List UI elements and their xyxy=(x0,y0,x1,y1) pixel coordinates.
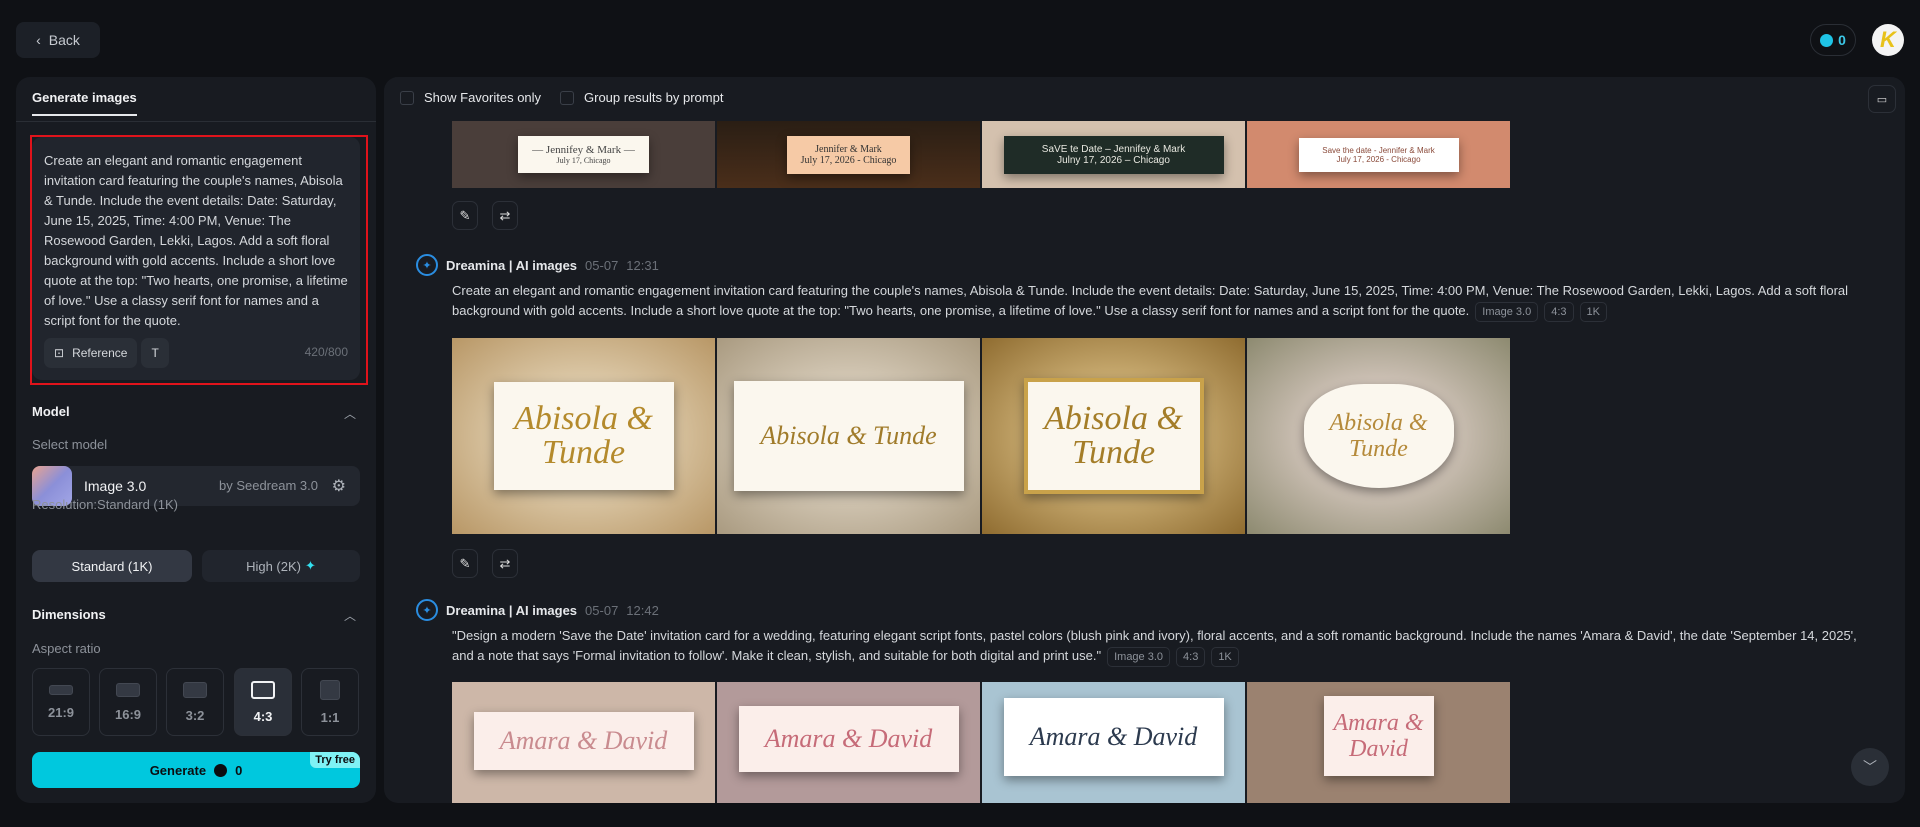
result-image[interactable]: Abisola & Tunde xyxy=(452,338,715,534)
regenerate-icon[interactable]: ⇄ xyxy=(492,201,518,230)
image-row: Amara & David Amara & David Amara & Davi… xyxy=(452,682,1510,803)
resolution-high-button[interactable]: High (2K) ✦ xyxy=(202,550,360,582)
results-toolbar: Show Favorites only Group results by pro… xyxy=(384,77,1905,119)
settings-sliders-icon[interactable]: ⚙ xyxy=(332,476,346,496)
ratio-3-2[interactable]: 3:2 xyxy=(166,668,224,736)
chevron-down-icon: ﹀ xyxy=(1863,759,1877,775)
model-heading: Model xyxy=(32,404,70,419)
ratio-1-1[interactable]: 1:1 xyxy=(301,668,359,736)
dreamina-logo-icon: ✦ xyxy=(416,599,438,621)
aspect-ratio-label: Aspect ratio xyxy=(32,641,101,656)
result-image[interactable]: Amara & David xyxy=(982,682,1245,803)
regenerate-icon[interactable]: ⇄ xyxy=(492,549,518,578)
group-header: ✦ Dreamina | AI images 05-07 12:42 xyxy=(416,599,659,621)
result-image[interactable]: — Jennifey & Mark — July 17, Chicago xyxy=(452,121,715,188)
resolution-tag: 1K xyxy=(1579,302,1607,322)
credit-coin-icon xyxy=(214,763,228,777)
back-button[interactable]: ‹ Back xyxy=(16,22,100,58)
try-free-badge: Try free xyxy=(310,752,360,768)
model-name: Image 3.0 xyxy=(84,478,147,494)
group-prompt: Create an elegant and romantic engagemen… xyxy=(452,281,1872,322)
image-row: Abisola & Tunde Abisola & Tunde Abisola … xyxy=(452,338,1510,534)
chevron-left-icon: ‹ xyxy=(36,32,41,48)
ratio-4-3[interactable]: 4:3 xyxy=(234,668,292,736)
model-tag: Image 3.0 xyxy=(1107,647,1171,667)
select-model-label: Select model xyxy=(32,437,108,452)
tab-generate-images[interactable]: Generate images xyxy=(32,90,137,116)
model-provider: by Seedream 3.0 xyxy=(218,478,318,493)
ratio-tag: 4:3 xyxy=(1176,647,1206,667)
scroll-down-button[interactable]: ﹀ xyxy=(1851,748,1889,786)
sparkle-icon: ✦ xyxy=(305,558,316,573)
generate-panel: Generate images Create an elegant and ro… xyxy=(16,77,376,803)
dreamina-logo-icon: ✦ xyxy=(416,254,438,276)
ratio-tag: 4:3 xyxy=(1544,302,1574,322)
credit-coin-icon xyxy=(1820,33,1834,47)
group-prompt: "Design a modern 'Save the Date' invitat… xyxy=(452,626,1872,667)
dimensions-heading: Dimensions xyxy=(32,607,106,622)
resolution-tag: 1K xyxy=(1211,647,1239,667)
result-image[interactable]: Save the date - Jennifer & Mark July 17, … xyxy=(1247,121,1510,188)
model-tag: Image 3.0 xyxy=(1475,302,1539,322)
image-row: — Jennifey & Mark — July 17, Chicago Jenn… xyxy=(452,121,1510,188)
chevron-up-icon[interactable]: ︿ xyxy=(344,405,356,422)
chevron-up-icon[interactable]: ︿ xyxy=(344,607,356,624)
resolution-standard-button[interactable]: Standard (1K) xyxy=(32,550,192,582)
result-image[interactable]: Abisola & Tunde xyxy=(1247,338,1510,534)
edit-icon[interactable]: ✎ xyxy=(452,201,478,230)
group-header: ✦ Dreamina | AI images 05-07 12:31 xyxy=(416,254,659,276)
result-image[interactable]: Jennifer & Mark July 17, 2026 - Chicago xyxy=(717,121,980,188)
ratio-16-9[interactable]: 16:9 xyxy=(99,668,157,736)
ratio-21-9[interactable]: 21:9 xyxy=(32,668,90,736)
result-image[interactable]: Amara & David xyxy=(717,682,980,803)
result-image[interactable]: Abisola & Tunde xyxy=(982,338,1245,534)
result-image[interactable]: SaVE te Date – Jennifey & Mark Julny 17, … xyxy=(982,121,1245,188)
result-image[interactable]: Abisola & Tunde xyxy=(717,338,980,534)
result-image[interactable]: Amara & David xyxy=(452,682,715,803)
edit-icon[interactable]: ✎ xyxy=(452,549,478,578)
show-favorites-checkbox[interactable]: Show Favorites only xyxy=(400,90,541,105)
results-panel: Show Favorites only Group results by pro… xyxy=(384,77,1905,803)
resolution-label: Resolution:Standard (1K) xyxy=(32,497,178,512)
user-avatar[interactable]: K xyxy=(1872,24,1904,56)
group-by-prompt-checkbox[interactable]: Group results by prompt xyxy=(560,90,723,105)
highlight-box xyxy=(30,135,368,385)
result-image[interactable]: Amara & David xyxy=(1247,682,1510,803)
generate-button[interactable]: Generate 0 Try free xyxy=(32,752,360,788)
folder-icon[interactable]: ▭ xyxy=(1868,85,1896,113)
credits-badge[interactable]: 0 xyxy=(1810,24,1856,56)
